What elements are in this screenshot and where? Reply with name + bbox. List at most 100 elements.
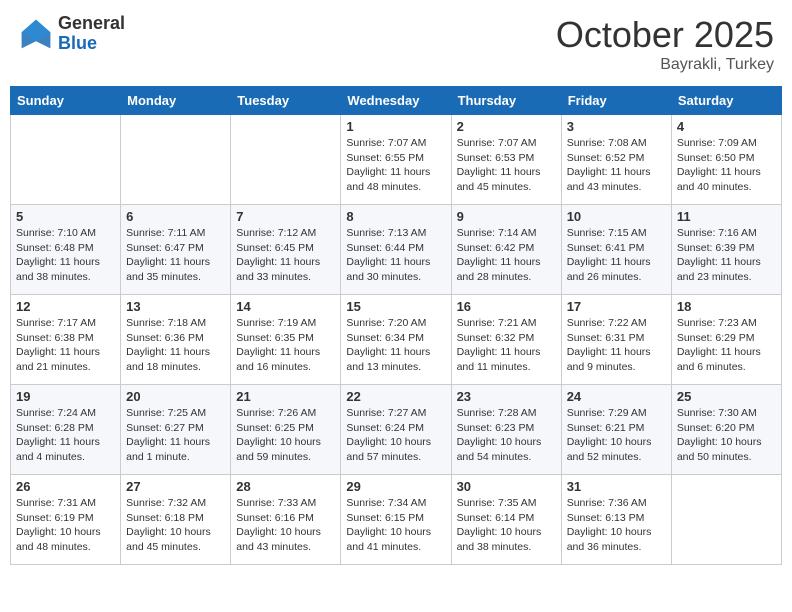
day-number-7: 7: [236, 209, 335, 224]
day-21: 21 Sunrise: 7:26 AM Sunset: 6:25 PM Dayli…: [231, 385, 341, 475]
day-14: 14 Sunrise: 7:19 AM Sunset: 6:35 PM Dayli…: [231, 295, 341, 385]
header-thursday: Thursday: [451, 87, 561, 115]
day-number-19: 19: [16, 389, 115, 404]
day-info-11: Sunrise: 7:16 AM Sunset: 6:39 PM Dayligh…: [677, 226, 776, 285]
day-20: 20 Sunrise: 7:25 AM Sunset: 6:27 PM Dayli…: [121, 385, 231, 475]
day-13: 13 Sunrise: 7:18 AM Sunset: 6:36 PM Dayli…: [121, 295, 231, 385]
empty-cell: [671, 475, 781, 565]
day-11: 11 Sunrise: 7:16 AM Sunset: 6:39 PM Dayli…: [671, 205, 781, 295]
day-number-10: 10: [567, 209, 666, 224]
day-number-20: 20: [126, 389, 225, 404]
day-info-29: Sunrise: 7:34 AM Sunset: 6:15 PM Dayligh…: [346, 496, 445, 555]
day-info-25: Sunrise: 7:30 AM Sunset: 6:20 PM Dayligh…: [677, 406, 776, 465]
logo-blue: Blue: [58, 34, 125, 54]
day-info-23: Sunrise: 7:28 AM Sunset: 6:23 PM Dayligh…: [457, 406, 556, 465]
day-16: 16 Sunrise: 7:21 AM Sunset: 6:32 PM Dayli…: [451, 295, 561, 385]
logo: General Blue: [18, 14, 125, 54]
day-info-5: Sunrise: 7:10 AM Sunset: 6:48 PM Dayligh…: [16, 226, 115, 285]
calendar-header-row: SundayMondayTuesdayWednesdayThursdayFrid…: [11, 87, 782, 115]
day-number-18: 18: [677, 299, 776, 314]
day-info-7: Sunrise: 7:12 AM Sunset: 6:45 PM Dayligh…: [236, 226, 335, 285]
day-number-14: 14: [236, 299, 335, 314]
day-number-21: 21: [236, 389, 335, 404]
day-info-27: Sunrise: 7:32 AM Sunset: 6:18 PM Dayligh…: [126, 496, 225, 555]
header-wednesday: Wednesday: [341, 87, 451, 115]
week-row-3: 19 Sunrise: 7:24 AM Sunset: 6:28 PM Dayli…: [11, 385, 782, 475]
day-info-20: Sunrise: 7:25 AM Sunset: 6:27 PM Dayligh…: [126, 406, 225, 465]
day-info-30: Sunrise: 7:35 AM Sunset: 6:14 PM Dayligh…: [457, 496, 556, 555]
day-info-12: Sunrise: 7:17 AM Sunset: 6:38 PM Dayligh…: [16, 316, 115, 375]
day-info-10: Sunrise: 7:15 AM Sunset: 6:41 PM Dayligh…: [567, 226, 666, 285]
day-10: 10 Sunrise: 7:15 AM Sunset: 6:41 PM Dayli…: [561, 205, 671, 295]
day-number-22: 22: [346, 389, 445, 404]
day-5: 5 Sunrise: 7:10 AM Sunset: 6:48 PM Daylig…: [11, 205, 121, 295]
week-row-4: 26 Sunrise: 7:31 AM Sunset: 6:19 PM Dayli…: [11, 475, 782, 565]
day-31: 31 Sunrise: 7:36 AM Sunset: 6:13 PM Dayli…: [561, 475, 671, 565]
header-monday: Monday: [121, 87, 231, 115]
day-number-5: 5: [16, 209, 115, 224]
day-number-12: 12: [16, 299, 115, 314]
day-info-26: Sunrise: 7:31 AM Sunset: 6:19 PM Dayligh…: [16, 496, 115, 555]
day-28: 28 Sunrise: 7:33 AM Sunset: 6:16 PM Dayli…: [231, 475, 341, 565]
day-6: 6Sunrise: 7:11 AM Sunset: 6:47 PM Daylig…: [121, 205, 231, 295]
day-info-31: Sunrise: 7:36 AM Sunset: 6:13 PM Dayligh…: [567, 496, 666, 555]
day-info-1: Sunrise: 7:07 AM Sunset: 6:55 PM Dayligh…: [346, 136, 445, 195]
day-number-11: 11: [677, 209, 776, 224]
day-info-17: Sunrise: 7:22 AM Sunset: 6:31 PM Dayligh…: [567, 316, 666, 375]
day-info-13: Sunrise: 7:18 AM Sunset: 6:36 PM Dayligh…: [126, 316, 225, 375]
day-26: 26 Sunrise: 7:31 AM Sunset: 6:19 PM Dayli…: [11, 475, 121, 565]
title-block: October 2025 Bayrakli, Turkey: [556, 14, 774, 74]
logo-icon: [18, 16, 54, 52]
day-info-2: Sunrise: 7:07 AM Sunset: 6:53 PM Dayligh…: [457, 136, 556, 195]
header-sunday: Sunday: [11, 87, 121, 115]
day-23: 23 Sunrise: 7:28 AM Sunset: 6:23 PM Dayli…: [451, 385, 561, 475]
day-info-16: Sunrise: 7:21 AM Sunset: 6:32 PM Dayligh…: [457, 316, 556, 375]
day-number-15: 15: [346, 299, 445, 314]
header-saturday: Saturday: [671, 87, 781, 115]
day-22: 22 Sunrise: 7:27 AM Sunset: 6:24 PM Dayli…: [341, 385, 451, 475]
week-row-1: 5 Sunrise: 7:10 AM Sunset: 6:48 PM Daylig…: [11, 205, 782, 295]
day-number-13: 13: [126, 299, 225, 314]
day-number-26: 26: [16, 479, 115, 494]
day-27: 27 Sunrise: 7:32 AM Sunset: 6:18 PM Dayli…: [121, 475, 231, 565]
day-4: 4 Sunrise: 7:09 AM Sunset: 6:50 PM Daylig…: [671, 115, 781, 205]
empty-cell: [11, 115, 121, 205]
day-info-14: Sunrise: 7:19 AM Sunset: 6:35 PM Dayligh…: [236, 316, 335, 375]
location: Bayrakli, Turkey: [556, 56, 774, 74]
day-info-24: Sunrise: 7:29 AM Sunset: 6:21 PM Dayligh…: [567, 406, 666, 465]
day-number-16: 16: [457, 299, 556, 314]
day-number-31: 31: [567, 479, 666, 494]
day-number-6: 6: [126, 209, 225, 224]
day-number-8: 8: [346, 209, 445, 224]
header-tuesday: Tuesday: [231, 87, 341, 115]
day-info-19: Sunrise: 7:24 AM Sunset: 6:28 PM Dayligh…: [16, 406, 115, 465]
day-15: 15 Sunrise: 7:20 AM Sunset: 6:34 PM Dayli…: [341, 295, 451, 385]
day-number-3: 3: [567, 119, 666, 134]
day-info-18: Sunrise: 7:23 AM Sunset: 6:29 PM Dayligh…: [677, 316, 776, 375]
day-number-27: 27: [126, 479, 225, 494]
day-info-9: Sunrise: 7:14 AM Sunset: 6:42 PM Dayligh…: [457, 226, 556, 285]
day-info-22: Sunrise: 7:27 AM Sunset: 6:24 PM Dayligh…: [346, 406, 445, 465]
week-row-0: 1 Sunrise: 7:07 AM Sunset: 6:55 PM Daylig…: [11, 115, 782, 205]
day-info-21: Sunrise: 7:26 AM Sunset: 6:25 PM Dayligh…: [236, 406, 335, 465]
page-header: General Blue October 2025 Bayrakli, Turk…: [10, 10, 782, 78]
week-row-2: 12 Sunrise: 7:17 AM Sunset: 6:38 PM Dayli…: [11, 295, 782, 385]
month-title: October 2025: [556, 14, 774, 56]
day-number-1: 1: [346, 119, 445, 134]
logo-general: General: [58, 14, 125, 34]
day-number-28: 28: [236, 479, 335, 494]
day-number-30: 30: [457, 479, 556, 494]
day-info-28: Sunrise: 7:33 AM Sunset: 6:16 PM Dayligh…: [236, 496, 335, 555]
day-7: 7 Sunrise: 7:12 AM Sunset: 6:45 PM Daylig…: [231, 205, 341, 295]
logo-text: General Blue: [58, 14, 125, 54]
day-info-15: Sunrise: 7:20 AM Sunset: 6:34 PM Dayligh…: [346, 316, 445, 375]
day-number-4: 4: [677, 119, 776, 134]
day-30: 30 Sunrise: 7:35 AM Sunset: 6:14 PM Dayli…: [451, 475, 561, 565]
empty-cell: [231, 115, 341, 205]
day-info-4: Sunrise: 7:09 AM Sunset: 6:50 PM Dayligh…: [677, 136, 776, 195]
day-1: 1 Sunrise: 7:07 AM Sunset: 6:55 PM Daylig…: [341, 115, 451, 205]
day-number-23: 23: [457, 389, 556, 404]
day-8: 8Sunrise: 7:13 AM Sunset: 6:44 PM Daylig…: [341, 205, 451, 295]
day-info-3: Sunrise: 7:08 AM Sunset: 6:52 PM Dayligh…: [567, 136, 666, 195]
day-17: 17Sunrise: 7:22 AM Sunset: 6:31 PM Dayli…: [561, 295, 671, 385]
